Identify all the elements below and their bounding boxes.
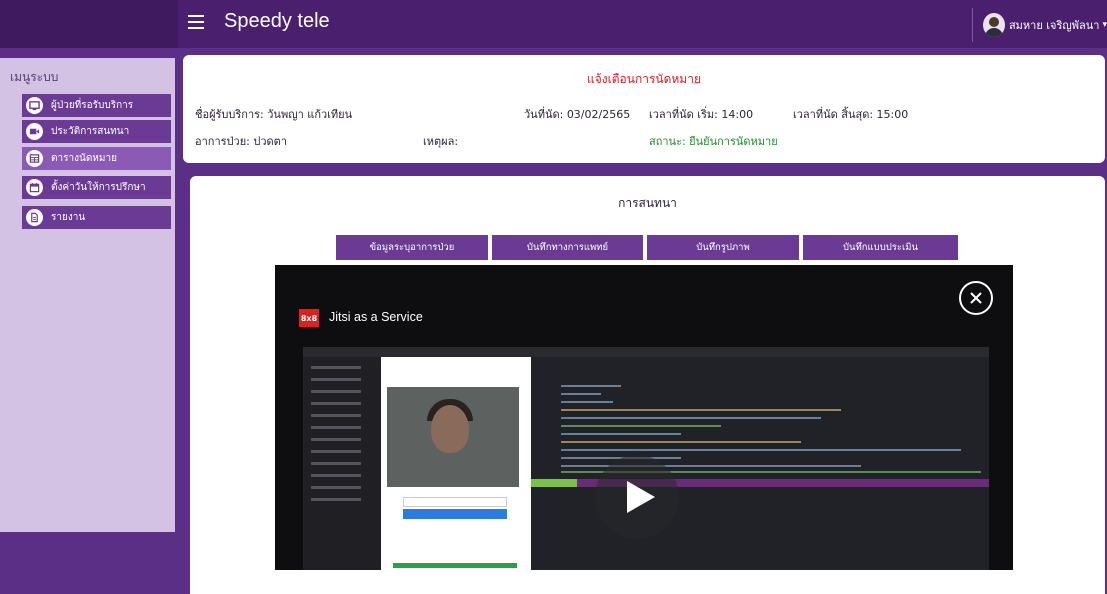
document-icon	[26, 209, 43, 226]
sidebar-item-label: ประวัติการสนทนา	[51, 126, 130, 137]
user-name: สมหาย เจริญพัลนา	[1008, 19, 1100, 32]
browser-preview	[303, 357, 531, 570]
calendar-icon	[26, 179, 43, 196]
chat-card: การสนทนา ข้อมูลระบุอาการป่วย บันทึกทางกา…	[190, 176, 1105, 594]
video-title: Jitsi as a Service	[329, 310, 423, 324]
sidebar: เมนูระบบ ผู้ป่วยที่รอรับบริการ ประวัติกา…	[0, 58, 175, 532]
appointment-end-time: เวลาที่นัด สิ้นสุด: 15:00	[793, 108, 909, 121]
appointment-status: สถานะ: ยืนยันการนัดหมาย	[649, 135, 778, 148]
close-icon[interactable]	[959, 281, 993, 315]
chevron-down-icon: ▾	[1102, 20, 1107, 30]
tab-symptom-info[interactable]: ข้อมูลระบุอาการป่วย	[336, 235, 488, 260]
symptom: อาการป่วย: ปวดตา	[195, 135, 287, 148]
sidebar-item-consult-settings[interactable]: ตั้งค่าวันให้การปรึกษา	[22, 176, 171, 199]
sidebar-item-label: ตั้งค่าวันให้การปรึกษา	[51, 182, 146, 193]
sidebar-item-chat-history[interactable]: ประวัติการสนทนา	[22, 120, 171, 143]
webcam-preview	[387, 387, 519, 487]
video-player[interactable]: 8x8 Jitsi as a Service	[275, 265, 1013, 570]
user-menu[interactable]: สมหาย เจริญพัลนา ▾	[972, 8, 1107, 42]
tab-medical-record[interactable]: บันทึกทางการแพทย์	[492, 235, 643, 260]
sidebar-item-waiting-patients[interactable]: ผู้ป่วยที่รอรับบริการ	[22, 94, 171, 117]
reason: เหตุผล:	[423, 135, 459, 148]
brand-area	[0, 0, 178, 48]
sidebar-item-label: ผู้ป่วยที่รอรับบริการ	[51, 100, 134, 111]
top-bar: Speedy tele สมหาย เจริญพัลนา ▾	[0, 0, 1107, 48]
video-camera-icon	[26, 123, 43, 140]
calendar-table-icon	[26, 150, 43, 167]
sidebar-item-reports[interactable]: รายงาน	[22, 206, 171, 229]
sidebar-item-appointments[interactable]: ตารางนัดหมาย	[22, 147, 171, 170]
8x8-logo: 8x8	[299, 309, 319, 327]
tab-assessment-record[interactable]: บันทึกแบบประเมิน	[803, 235, 958, 260]
monitor-icon	[26, 97, 43, 114]
hamburger-menu-icon[interactable]	[188, 15, 204, 29]
appointment-date: วันที่นัด: 03/02/2565	[524, 108, 631, 121]
sidebar-item-label: รายงาน	[51, 212, 86, 223]
code-editor-preview	[531, 357, 989, 570]
appointment-alert-card: แจ้งเตือนการนัดหมาย ชื่อผู้รับบริการ: วั…	[183, 55, 1105, 163]
appointment-alert-title: แจ้งเตือนการนัดหมาย	[587, 72, 701, 86]
appointment-start-time: เวลาที่นัด เริ่ม: 14:00	[649, 108, 754, 121]
patient-name: ชื่อผู้รับบริการ: วันพญา แก้วเทียน	[195, 108, 353, 121]
avatar	[983, 13, 1005, 37]
play-icon[interactable]	[595, 455, 679, 539]
chat-title: การสนทนา	[618, 196, 677, 210]
app-title: Speedy tele	[224, 10, 330, 32]
sidebar-item-label: ตารางนัดหมาย	[51, 153, 117, 164]
sidebar-title: เมนูระบบ	[10, 70, 59, 84]
tab-image-record[interactable]: บันทึกรูปภาพ	[647, 235, 799, 260]
